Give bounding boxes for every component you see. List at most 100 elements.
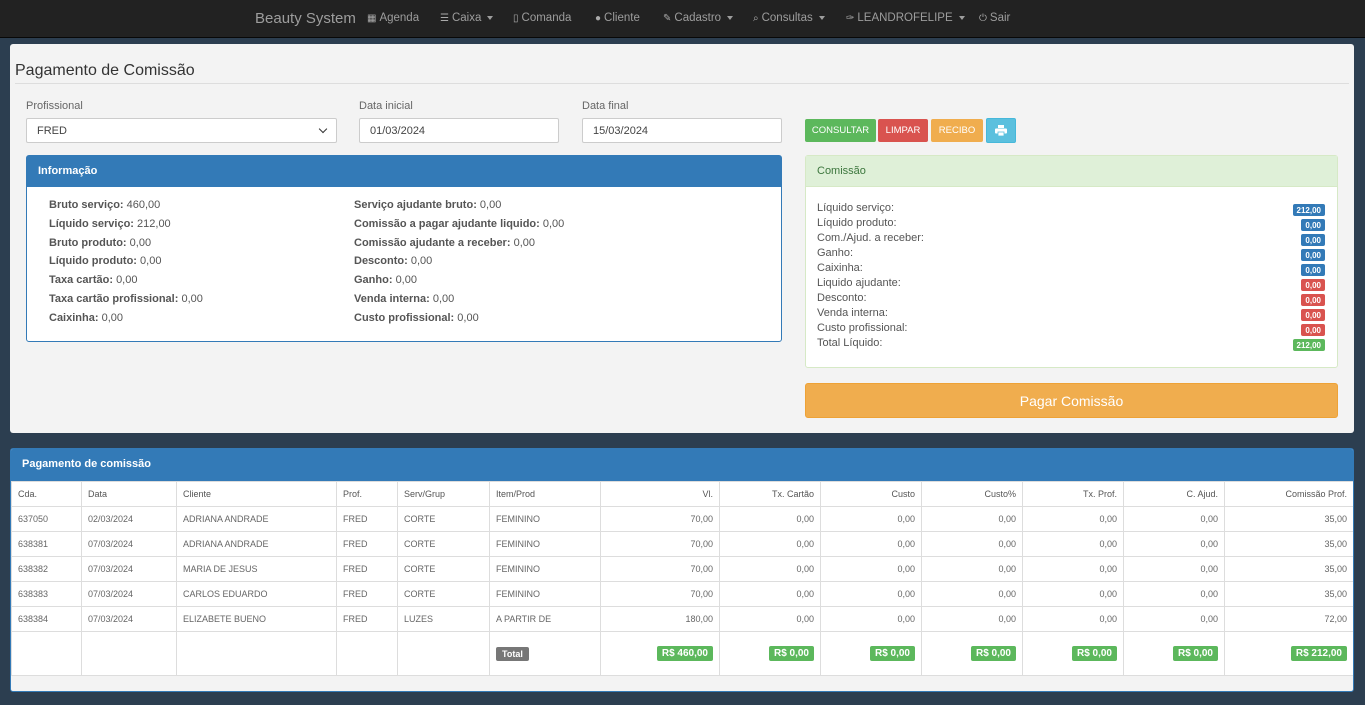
table-cell: 35,00 — [1224, 531, 1353, 557]
comissao-value-badge: 212,00 — [1292, 204, 1325, 216]
nav-cadastro[interactable]: ✎ Cadastro — [663, 12, 734, 24]
table-cell: 0,00 — [1123, 556, 1225, 582]
table-cell: 180,00 — [600, 606, 720, 632]
table-row[interactable]: 638384 07/03/2024 ELIZABETE BUENO FRED LUZES… — [11, 606, 1353, 632]
table-cell: 0,00 — [719, 506, 821, 532]
table-row[interactable]: 638382 07/03/2024 MARIA DE JESUS FRED CORTE F… — [11, 556, 1353, 582]
column-header[interactable]: Custo — [820, 481, 922, 507]
info-label: Taxa cartão: — [49, 274, 113, 287]
column-header[interactable]: Cliente — [176, 481, 337, 507]
column-header[interactable]: Tx. Cartão — [719, 481, 821, 507]
table-cell: 35,00 — [1224, 506, 1353, 532]
table-cell: 07/03/2024 — [81, 606, 177, 632]
table-row[interactable]: 638381 07/03/2024 ADRIANA ANDRADE FRED CORTE… — [11, 531, 1353, 557]
nav-comanda-label: Comanda — [521, 12, 572, 24]
brand[interactable]: Beauty System — [255, 10, 356, 27]
caret-down-icon — [727, 16, 734, 20]
column-header[interactable]: Tx. Prof. — [1022, 481, 1124, 507]
payments-table: Cda. Data Cliente Prof. Serv/Grup Item/Prod Vl… — [11, 481, 1353, 676]
comissao-value-badge: 0,00 — [1301, 309, 1325, 321]
comissao-value-badge: 0,00 — [1301, 234, 1325, 246]
table-cell: ADRIANA ANDRADE — [176, 506, 337, 532]
table-cell: FRED — [336, 531, 398, 557]
comissao-row: Ganho: 0,00 — [817, 247, 1325, 262]
info-label: Bruto produto: — [49, 236, 127, 249]
data-inicial-input[interactable]: 01/03/2024 — [359, 118, 559, 143]
title-divider — [15, 83, 1349, 84]
column-header[interactable]: Vl. — [600, 481, 720, 507]
table-cell: 0,00 — [1022, 506, 1124, 532]
table-row[interactable]: 637050 02/03/2024 ADRIANA ANDRADE FRED CORTE… — [11, 506, 1353, 532]
table-cell: CARLOS EDUARDO — [176, 581, 337, 607]
info-value: 0,00 — [479, 199, 502, 211]
total-badge: R$ 0,00 — [970, 646, 1016, 661]
column-header[interactable]: Cda. — [11, 481, 82, 507]
table-cell: 0,00 — [719, 531, 821, 557]
table-cell: MARIA DE JESUS — [176, 556, 337, 582]
table-cell: FRED — [336, 506, 398, 532]
file-icon: ▯ — [513, 12, 519, 24]
nav-sair-label: Sair — [989, 12, 1011, 24]
limpar-button[interactable]: LIMPAR — [878, 119, 928, 142]
table-cell: CORTE — [397, 531, 490, 557]
recibo-button[interactable]: RECIBO — [931, 119, 983, 142]
nav-consultas[interactable]: ⌕ Consultas — [753, 12, 825, 24]
info-label: Serviço ajudante bruto: — [354, 199, 477, 211]
column-header[interactable]: Comissão Prof. — [1224, 481, 1353, 507]
table-cell: ELIZABETE BUENO — [176, 606, 337, 632]
table-cell: 0,00 — [1022, 531, 1124, 557]
table-cell: 0,00 — [820, 581, 922, 607]
caret-down-icon — [487, 16, 494, 20]
table-cell: 70,00 — [600, 506, 720, 532]
table-cell: A PARTIR DE — [489, 606, 601, 632]
nav-cliente[interactable]: ● Cliente — [595, 12, 640, 24]
total-cell: R$ 0,00 — [921, 631, 1023, 676]
profissional-select[interactable]: FRED — [26, 118, 337, 143]
calendar-icon: ▦ — [367, 12, 377, 24]
nav-user[interactable]: ✑ LEANDROFELIPE — [846, 12, 965, 24]
comissao-row: Com./Ajud. a receber: 0,00 — [817, 232, 1325, 247]
nav-comanda[interactable]: ▯ Comanda — [513, 12, 571, 24]
wrench-icon: ✑ — [846, 12, 855, 24]
consultar-button[interactable]: CONSULTAR — [805, 119, 876, 142]
info-line: Custo profissional: 0,00 — [354, 312, 479, 324]
total-cell: R$ 460,00 — [600, 631, 720, 676]
column-header[interactable]: Custo% — [921, 481, 1023, 507]
column-header[interactable]: Serv/Grup — [397, 481, 490, 507]
table-cell: 0,00 — [921, 606, 1023, 632]
table-cell: 70,00 — [600, 581, 720, 607]
comissao-label: Líquido serviço: — [817, 202, 895, 214]
nav-sair[interactable]: ⏻ Sair — [979, 12, 1010, 24]
table-cell: 0,00 — [719, 606, 821, 632]
column-header[interactable]: Prof. — [336, 481, 398, 507]
table-cell: 70,00 — [600, 556, 720, 582]
total-cell: R$ 0,00 — [1022, 631, 1124, 676]
info-label: Comissão ajudante a receber: — [354, 236, 511, 249]
comissao-label: Liquido ajudante: — [817, 277, 901, 289]
nav-agenda-label: Agenda — [379, 12, 420, 24]
info-line: Desconto: 0,00 — [354, 255, 432, 267]
column-header[interactable]: Data — [81, 481, 177, 507]
comissao-label: Líquido produto: — [817, 217, 897, 229]
table-cell: 35,00 — [1224, 556, 1353, 582]
table-row[interactable]: 638383 07/03/2024 CARLOS EDUARDO FRED CORTE F… — [11, 581, 1353, 607]
total-cell: R$ 0,00 — [820, 631, 922, 676]
table-cell: 0,00 — [820, 506, 922, 532]
nav-caixa[interactable]: ☰ Caixa — [440, 12, 494, 24]
comissao-value-badge: 212,00 — [1292, 339, 1325, 351]
comissao-row: Custo profissional: 0,00 — [817, 322, 1325, 337]
print-button[interactable] — [986, 118, 1016, 143]
column-header[interactable]: C. Ajud. — [1123, 481, 1225, 507]
nav-agenda[interactable]: ▦ Agenda — [367, 12, 419, 24]
info-value: 0,00 — [457, 311, 479, 324]
comissao-row: Venda interna: 0,00 — [817, 307, 1325, 322]
table-cell: 72,00 — [1224, 606, 1353, 632]
info-label: Líquido produto: — [49, 255, 137, 268]
pagar-comissao-button[interactable]: Pagar Comissão — [805, 383, 1338, 418]
data-final-input[interactable]: 15/03/2024 — [582, 118, 782, 143]
info-value: 460,00 — [126, 199, 161, 211]
comissao-label: Custo profissional: — [817, 322, 908, 334]
total-label: Total — [496, 646, 529, 661]
comissao-row: Total Líquido: 212,00 — [817, 337, 1325, 352]
column-header[interactable]: Item/Prod — [489, 481, 601, 507]
